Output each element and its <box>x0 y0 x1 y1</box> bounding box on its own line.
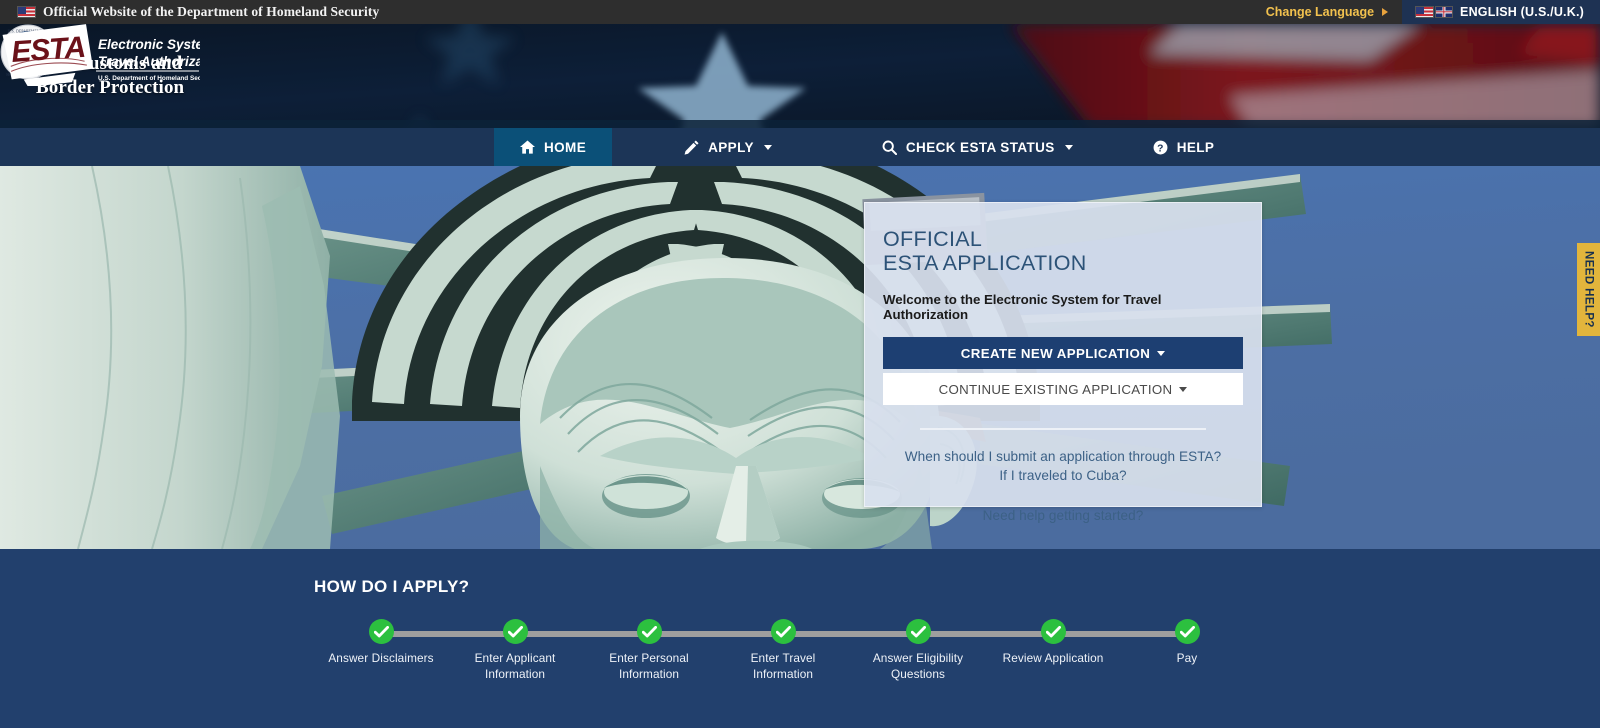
header-content: U.S. DEPARTMENT OF HOMELAND SECURITY U.S… <box>0 24 1600 128</box>
main-navigation: HOME APPLY CHECK ESTA STATUS ? HELP <box>0 128 1600 166</box>
how-do-i-apply-title: HOW DO I APPLY? <box>314 577 470 596</box>
chevron-down-icon <box>1064 144 1073 150</box>
step-pay[interactable]: Pay <box>1123 619 1251 667</box>
official-website-text: Official Website of the Department of Ho… <box>43 4 380 19</box>
esta-homepage: Official Website of the Department of Ho… <box>0 0 1600 728</box>
pencil-icon <box>684 139 699 155</box>
check-circle-icon <box>502 619 528 644</box>
card-title: OFFICIAL ESTA APPLICATION <box>883 227 1243 275</box>
step-label: Answer Disclaimers <box>328 651 434 665</box>
esta-logo-line1: Electronic System for <box>98 37 200 52</box>
step-label: Enter Applicant Information <box>474 651 556 681</box>
continue-existing-application-button[interactable]: CONTINUE EXISTING APPLICATION <box>883 373 1243 406</box>
check-circle-icon <box>770 619 796 644</box>
nav-label-check-esta-status: CHECK ESTA STATUS <box>905 139 1055 155</box>
need-help-label: NEED HELP? <box>1582 251 1595 328</box>
step-answer-eligibility-questions[interactable]: Answer Eligibility Questions <box>854 619 982 682</box>
nav-label-home: HOME <box>544 139 587 155</box>
statue-of-liberty-image <box>0 166 1600 549</box>
step-label: Enter Travel Information <box>750 651 816 681</box>
esta-logo-line2: Travel Authorization <box>98 54 200 69</box>
create-new-application-label: CREATE NEW APPLICATION <box>960 345 1151 361</box>
step-enter-personal-information[interactable]: Enter Personal Information <box>585 619 713 682</box>
question-circle-icon: ? <box>1153 140 1168 154</box>
card-title-line-1: OFFICIAL <box>883 227 983 251</box>
check-circle-icon <box>1174 619 1200 644</box>
step-label: Pay <box>1176 651 1198 665</box>
home-icon <box>520 140 535 154</box>
us-flag-icon <box>17 6 36 18</box>
step-enter-applicant-information[interactable]: Enter Applicant Information <box>451 619 579 682</box>
esta-logo-line3: U.S. Department of Homeland Security ® <box>98 74 200 82</box>
step-label: Enter Personal Information <box>609 651 689 681</box>
change-language-label: Change Language <box>1265 5 1375 19</box>
esta-logo[interactable]: ESTA Electronic System for Travel Author… <box>0 24 200 86</box>
triangle-right-icon <box>1382 8 1389 16</box>
need-help-tab[interactable]: NEED HELP? <box>1577 243 1600 336</box>
nav-item-apply[interactable]: APPLY <box>658 128 798 166</box>
step-answer-disclaimers[interactable]: Answer Disclaimers <box>317 619 445 667</box>
nav-label-help: HELP <box>1176 139 1215 155</box>
step-label: Answer Eligibility Questions <box>872 651 964 681</box>
chevron-down-icon <box>1179 386 1188 392</box>
gov-banner-right: Change Language ENGLISH (U.S./U.K.) <box>1266 0 1600 24</box>
step-enter-travel-information[interactable]: Enter Travel Information <box>719 619 847 682</box>
link-need-help-getting-started[interactable]: Need help getting started? <box>883 506 1243 525</box>
esta-application-card: OFFICIAL ESTA APPLICATION Welcome to the… <box>864 202 1262 523</box>
check-circle-icon <box>636 619 662 644</box>
svg-text:?: ? <box>1157 143 1164 154</box>
card-help-links: When should I submit an application thro… <box>883 447 1243 525</box>
card-divider <box>920 428 1206 431</box>
create-new-application-button[interactable]: CREATE NEW APPLICATION <box>883 337 1243 370</box>
nav-item-check-esta-status[interactable]: CHECK ESTA STATUS <box>856 128 1099 166</box>
card-welcome-text: Welcome to the Electronic System for Tra… <box>883 292 1162 323</box>
step-label: Review Application <box>1002 651 1104 665</box>
card-title-line-2: ESTA APPLICATION <box>883 251 1087 276</box>
language-selected-label: ENGLISH (U.S./U.K.) <box>1460 5 1584 19</box>
search-icon <box>882 140 897 155</box>
chevron-down-icon <box>1157 350 1166 356</box>
application-steps: Answer Disclaimers Enter Applicant Infor… <box>314 619 1244 709</box>
gov-banner-left: Official Website of the Department of Ho… <box>0 4 379 20</box>
link-traveled-to-cuba[interactable]: If I traveled to Cuba? <box>883 466 1243 485</box>
hero-section: OFFICIAL ESTA APPLICATION Welcome to the… <box>0 166 1600 549</box>
continue-existing-application-label: CONTINUE EXISTING APPLICATION <box>938 381 1173 397</box>
site-header: U.S. DEPARTMENT OF HOMELAND SECURITY U.S… <box>0 24 1600 128</box>
chevron-down-icon <box>763 144 772 150</box>
language-selector[interactable]: ENGLISH (U.S./U.K.) <box>1402 0 1600 24</box>
link-when-should-i-submit[interactable]: When should I submit an application thro… <box>883 447 1243 466</box>
nav-label-apply: APPLY <box>708 139 754 155</box>
government-banner: Official Website of the Department of Ho… <box>0 0 1600 24</box>
nav-item-home[interactable]: HOME <box>494 128 613 166</box>
step-review-application[interactable]: Review Application <box>989 619 1117 667</box>
us-uk-flags-icon <box>1415 6 1454 18</box>
how-do-i-apply-section: HOW DO I APPLY? Answer Disclaimers Enter… <box>0 549 1600 728</box>
check-circle-icon <box>905 619 931 644</box>
nav-item-help[interactable]: ? HELP <box>1127 128 1241 166</box>
change-language-button[interactable]: Change Language <box>1266 5 1402 19</box>
check-circle-icon <box>1040 619 1066 644</box>
check-circle-icon <box>368 619 394 644</box>
